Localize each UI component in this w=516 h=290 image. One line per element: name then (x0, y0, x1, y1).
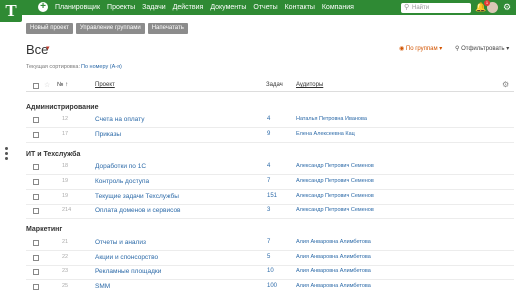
row-checkbox[interactable] (33, 132, 39, 138)
row-checkbox[interactable] (33, 284, 39, 290)
row-checkbox[interactable] (33, 255, 39, 261)
group-by-label: По группам (405, 46, 438, 52)
row-checkbox[interactable] (33, 179, 39, 185)
auditor-link[interactable]: Алия Анваровна Алимбетова (296, 283, 371, 289)
auditor-link[interactable]: Наталья Петровна Иванова (296, 116, 367, 122)
table-row[interactable]: 214 Оплата доменов и сервисов 3 Александ… (26, 203, 514, 219)
project-link[interactable]: Текущие задачи Техслужбы (95, 193, 179, 200)
auditor-link[interactable]: Александр Петрович Семенов (296, 178, 374, 184)
task-count[interactable]: 10 (267, 268, 274, 274)
nav-planner[interactable]: Планировщик (55, 0, 100, 15)
row-checkbox[interactable] (33, 269, 39, 275)
row-checkbox[interactable] (33, 240, 39, 246)
search-icon: ⚲ (404, 4, 410, 11)
row-number: 19 (62, 178, 69, 184)
search-placeholder: Найти (412, 5, 430, 11)
table-row[interactable]: 12 Счета на оплату 4 Наталья Петровна Ив… (26, 112, 514, 128)
nav-tasks[interactable]: Задачи (142, 0, 166, 15)
task-count[interactable]: 9 (267, 131, 270, 137)
task-count[interactable]: 5 (267, 254, 270, 260)
row-number: 17 (62, 131, 69, 137)
group-heading: ИТ и Техслужба (26, 151, 81, 158)
row-number: 22 (62, 254, 69, 260)
task-count[interactable]: 100 (267, 283, 277, 289)
new-project-button[interactable]: Новый проект (26, 23, 73, 34)
auditor-link[interactable]: Александр Петрович Семенов (296, 207, 374, 213)
project-link[interactable]: Приказы (95, 131, 121, 138)
table-row[interactable]: 19 Контроль доступа 7 Александр Петрович… (26, 174, 514, 190)
row-number: 18 (62, 163, 69, 169)
column-auditors[interactable]: Аудиторы (296, 82, 323, 88)
group-management-button[interactable]: Управление группами (75, 23, 145, 34)
column-num-label: № (57, 82, 64, 88)
project-link[interactable]: Отчеты и анализ (95, 239, 146, 246)
group-heading: Администрирование (26, 104, 99, 111)
sort-label: Текущая сортировка: (26, 64, 80, 70)
sort-value-link[interactable]: По номеру (А-я) (81, 64, 122, 70)
side-panel-handle[interactable] (5, 147, 8, 162)
nav-actions[interactable]: Действия (173, 0, 204, 15)
table-row[interactable]: 25 SMM 100 Алия Анваровна Алимбетова (26, 279, 514, 290)
nav-reports[interactable]: Отчеты (253, 0, 277, 15)
row-number: 21 (62, 239, 69, 245)
row-number: 12 (62, 116, 69, 122)
group-heading: Маркетинг (26, 226, 63, 233)
column-project[interactable]: Проект (95, 82, 115, 88)
task-count[interactable]: 4 (267, 116, 270, 122)
row-checkbox[interactable] (33, 208, 39, 214)
gear-icon[interactable]: ⚙ (503, 2, 511, 13)
auditor-link[interactable]: Алия Анваровна Алимбетова (296, 239, 371, 245)
row-number: 25 (62, 283, 69, 289)
group-by-toggle[interactable]: ◉ По группам ▾ (399, 45, 442, 52)
row-number: 19 (62, 193, 69, 199)
auditor-link[interactable]: Алия Анваровна Алимбетова (296, 268, 371, 274)
task-count[interactable]: 4 (267, 163, 270, 169)
search-input[interactable]: ⚲ Найти (401, 3, 471, 13)
print-button[interactable]: Напечатать (147, 23, 188, 34)
row-checkbox[interactable] (33, 164, 39, 170)
table-header: ☆ № ↑ Проект Задач Аудиторы ⚙ (26, 80, 514, 92)
row-number: 214 (62, 207, 72, 213)
notification-badge: 1 (484, 0, 490, 6)
add-icon[interactable]: + (38, 2, 48, 12)
column-num[interactable]: № ↑ (57, 82, 68, 88)
row-checkbox[interactable] (33, 194, 39, 200)
project-link[interactable]: Счета на оплату (95, 116, 144, 123)
auditor-link[interactable]: Александр Петрович Семенов (296, 193, 374, 199)
project-link[interactable]: Доработки по 1С (95, 163, 146, 170)
auditor-link[interactable]: Елена Алексеевна Кац (296, 131, 355, 137)
filter-button[interactable]: ⚲ Отфильтровать ▾ (455, 45, 509, 52)
project-link[interactable]: SMM (95, 283, 110, 290)
row-checkbox[interactable] (33, 117, 39, 123)
table-row[interactable]: 18 Доработки по 1С 4 Александр Петрович … (26, 159, 514, 175)
auditor-link[interactable]: Алия Анваровна Алимбетова (296, 254, 371, 260)
star-icon[interactable]: ☆ (44, 81, 50, 89)
table-row[interactable]: 21 Отчеты и анализ 7 Алия Анваровна Алим… (26, 235, 514, 251)
project-link[interactable]: Оплата доменов и сервисов (95, 207, 181, 214)
task-count[interactable]: 7 (267, 239, 270, 245)
task-count[interactable]: 7 (267, 178, 270, 184)
table-row[interactable]: 17 Приказы 9 Елена Алексеевна Кац (26, 127, 514, 143)
column-tasks: Задач (266, 82, 283, 88)
task-count[interactable]: 3 (267, 207, 270, 213)
columns-settings-icon[interactable]: ⚙ (502, 80, 509, 89)
nav-contacts[interactable]: Контакты (285, 0, 315, 15)
chevron-down-icon[interactable]: ▾ (46, 44, 50, 52)
main-nav: Планировщик Проекты Задачи Действия Доку… (55, 0, 361, 15)
app-logo[interactable]: T (0, 0, 22, 22)
select-all-checkbox[interactable] (33, 83, 39, 89)
task-count[interactable]: 151 (267, 193, 277, 199)
project-link[interactable]: Рекламные площадки (95, 268, 161, 275)
auditor-link[interactable]: Александр Петрович Семенов (296, 163, 374, 169)
filter-label: Отфильтровать (461, 46, 505, 52)
project-link[interactable]: Контроль доступа (95, 178, 149, 185)
action-toolbar: Новый проект Управление группами Напечат… (26, 23, 188, 34)
table-row[interactable]: 23 Рекламные площадки 10 Алия Анваровна … (26, 264, 514, 280)
nav-company[interactable]: Компания (322, 0, 354, 15)
row-number: 23 (62, 268, 69, 274)
nav-projects[interactable]: Проекты (107, 0, 135, 15)
project-link[interactable]: Акции и спонсорство (95, 254, 158, 261)
nav-documents[interactable]: Документы (210, 0, 246, 15)
